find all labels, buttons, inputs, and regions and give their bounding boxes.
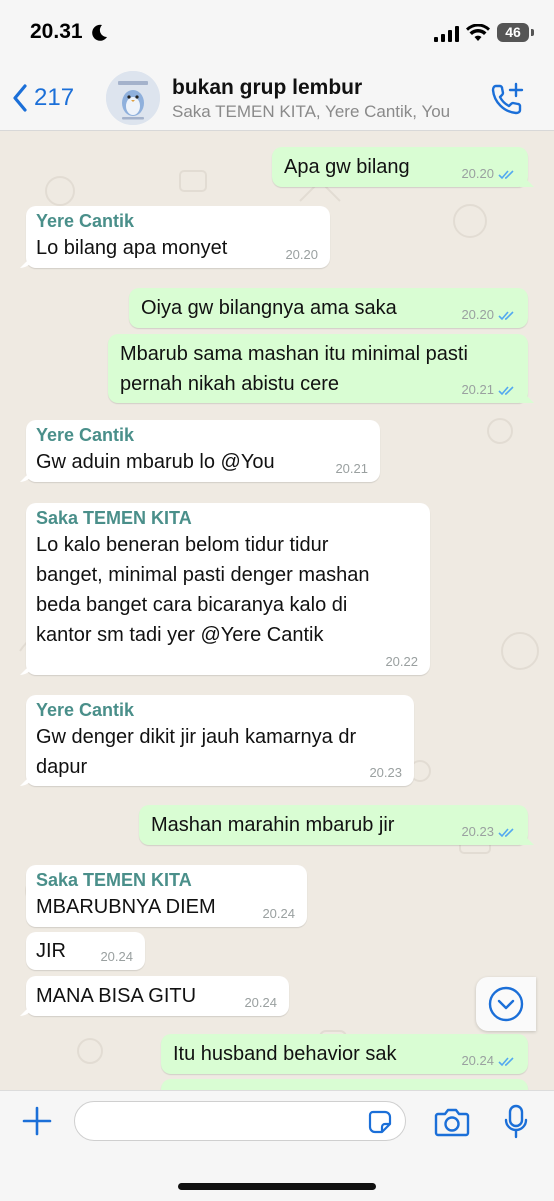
read-ticks-icon [498, 385, 514, 395]
message-meta: 20.21 [335, 462, 368, 476]
message-bubble-outgoing[interactable]: Itu husband behavior sak 20.24 [161, 1034, 528, 1074]
message-meta: 20.20 [461, 167, 516, 181]
message-meta: 20.24 [100, 950, 133, 964]
home-indicator [178, 1183, 376, 1190]
message-text: Gw denger dikit jir jauh kamarnya dr dap… [36, 726, 357, 778]
message-meta: 20.20 [461, 308, 516, 322]
message-time: 20.20 [285, 247, 318, 262]
message-text: Lo bilang apa monyet [36, 237, 228, 259]
message-bubble-outgoing[interactable]: Mashan marahin mbarub jir 20.23 [139, 805, 534, 845]
message-bubble-incoming[interactable]: Yere Cantik Gw denger dikit jir jauh kam… [20, 695, 414, 786]
message-time: 20.24 [262, 906, 295, 921]
message-text: MANA BISA GITU [36, 985, 197, 1007]
message-input[interactable] [74, 1101, 406, 1141]
message-text: Mbarub sama mashan itu minimal pasti per… [120, 343, 468, 395]
message-time: 20.23 [461, 824, 494, 839]
message-text: Gw aduin mbarub lo @You [36, 451, 275, 473]
message-text: Apa gw bilang [284, 156, 410, 178]
sender-name[interactable]: Yere Cantik [36, 209, 330, 233]
sender-name[interactable]: Yere Cantik [36, 423, 380, 447]
message-meta: 20.24 [244, 996, 277, 1010]
group-members: Saka TEMEN KITA, Yere Cantik, You [172, 102, 451, 121]
message-text: JIR [36, 940, 66, 962]
message-meta: 20.24 [461, 1054, 516, 1068]
scroll-to-bottom-button[interactable] [476, 977, 536, 1031]
message-meta: 20.23 [461, 825, 516, 839]
message-time: 20.24 [100, 949, 133, 964]
chevron-down-circle-icon [488, 986, 524, 1022]
group-name[interactable]: bukan grup lembur [172, 76, 362, 100]
message-bubble-outgoing[interactable]: Oiya gw bilangnya ama saka 20.20 [129, 288, 528, 328]
message-time: 20.24 [244, 995, 277, 1010]
message-text: Oiya gw bilangnya ama saka [141, 297, 397, 319]
message-meta: 20.23 [369, 766, 402, 780]
sticker-icon[interactable] [368, 1110, 392, 1134]
message-time: 20.21 [461, 382, 494, 397]
sender-name[interactable]: Yere Cantik [36, 698, 414, 722]
message-bubble-incoming[interactable]: Saka TEMEN KITA MBARUBNYA DIEM 20.24 [26, 865, 307, 927]
message-meta: 20.21 [461, 383, 516, 397]
sender-name[interactable]: Saka TEMEN KITA [36, 506, 430, 530]
message-bubble-outgoing[interactable]: Mbarub sama mashan itu minimal pasti per… [108, 334, 534, 403]
read-ticks-icon [498, 310, 514, 320]
message-text: MBARUBNYA DIEM [36, 896, 216, 918]
chat-header: 217 bukan grup lembur Saka TEMEN KITA, Y… [0, 66, 554, 131]
message-bubble-incoming[interactable]: MANA BISA GITU 20.24 [20, 976, 289, 1016]
read-ticks-icon [498, 827, 514, 837]
read-ticks-icon [498, 1056, 514, 1066]
message-time: 20.23 [369, 765, 402, 780]
message-bubble-incoming[interactable]: JIR 20.24 [26, 932, 145, 970]
unread-count: 217 [34, 84, 75, 111]
message-meta: 20.20 [285, 248, 318, 262]
message-bubble-outgoing[interactable] [161, 1079, 528, 1090]
group-avatar[interactable] [106, 71, 160, 125]
add-call-icon[interactable] [490, 82, 526, 116]
sender-name[interactable]: Saka TEMEN KITA [36, 868, 307, 892]
message-bubble-incoming[interactable]: Saka TEMEN KITA Lo kalo beneran belom ti… [20, 503, 430, 675]
message-meta: 20.24 [262, 907, 295, 921]
wifi-icon [466, 24, 490, 41]
microphone-icon[interactable] [504, 1104, 528, 1140]
message-time: 20.21 [335, 461, 368, 476]
read-ticks-icon [498, 169, 514, 179]
back-button[interactable]: 217 [12, 82, 74, 114]
status-bar: 20.31 46 [0, 0, 554, 66]
penguin-avatar-image [106, 71, 160, 125]
message-bubble-outgoing[interactable]: Apa gw bilang 20.20 [272, 147, 534, 187]
chevron-left-icon [13, 84, 27, 112]
message-text: Itu husband behavior sak [173, 1043, 397, 1065]
message-meta: 20.22 [385, 655, 418, 669]
battery-indicator: 46 [497, 23, 529, 42]
moon-icon [92, 24, 107, 41]
camera-icon[interactable] [434, 1107, 470, 1137]
message-time: 20.24 [461, 1053, 494, 1068]
message-bubble-incoming[interactable]: Yere Cantik Lo bilang apa monyet 20.20 [20, 206, 330, 268]
message-text: Lo kalo beneran belom tidur tidur banget… [36, 534, 370, 646]
message-time: 20.20 [461, 166, 494, 181]
message-bubble-incoming[interactable]: Yere Cantik Gw aduin mbarub lo @You 20.2… [20, 420, 380, 482]
message-time: 20.22 [385, 654, 418, 669]
message-time: 20.20 [461, 307, 494, 322]
message-input-bar [0, 1090, 554, 1201]
plus-icon[interactable] [22, 1106, 52, 1136]
battery-tip [531, 29, 534, 36]
chat-area[interactable]: Apa gw bilang 20.20 Yere Cantik Lo bilan… [0, 131, 554, 1090]
message-text: Mashan marahin mbarub jir [151, 814, 395, 836]
signal-icon [434, 26, 459, 42]
status-time: 20.31 [30, 20, 83, 43]
